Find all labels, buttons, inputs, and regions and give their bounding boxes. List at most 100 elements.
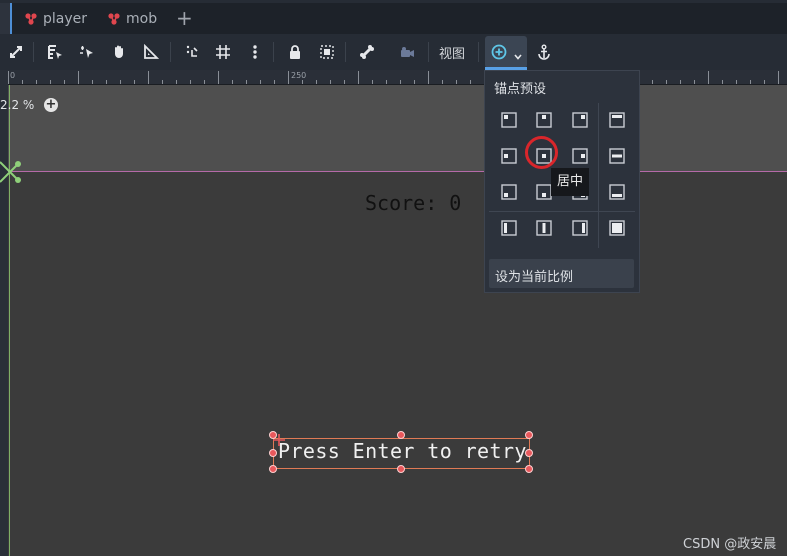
editor-toolbar	[0, 34, 787, 70]
anchor-preset-bottom-wide-icon[interactable]	[608, 183, 626, 201]
snap-icon[interactable]	[179, 40, 205, 64]
ruler-tick	[344, 80, 345, 84]
anchor-preset-center-top-icon[interactable]	[535, 111, 553, 129]
tab-bar-top-border	[0, 0, 787, 3]
zoom-in-button[interactable]: +	[44, 98, 58, 112]
ruler-tick	[764, 80, 765, 84]
anchor-layout-icon	[491, 44, 507, 64]
resize-handle-bottom[interactable]	[397, 465, 405, 473]
ruler-tick	[50, 80, 51, 84]
ruler-tick	[666, 80, 667, 84]
ruler-tick	[386, 80, 387, 84]
anchor-preset-top-right-icon[interactable]	[571, 111, 589, 129]
ruler-tick	[330, 80, 331, 84]
anchor-preset-center-left-icon[interactable]	[500, 147, 518, 165]
anchor-preset-top-wide-icon[interactable]	[608, 111, 626, 129]
ruler-tick	[260, 80, 261, 84]
toolbar-divider	[33, 42, 34, 62]
tab-label: player	[43, 11, 88, 27]
ruler-tick	[232, 80, 233, 84]
ruler-tick	[78, 71, 79, 84]
anchor-preset-full-rect-icon[interactable]	[608, 219, 626, 237]
ruler-tick	[694, 80, 695, 84]
ruler-tick	[36, 80, 37, 84]
origin-marker-icon	[0, 160, 22, 190]
ruler-tick	[400, 80, 401, 84]
toolbar-divider	[170, 42, 171, 62]
ruler-tick	[92, 80, 93, 84]
origin-guide-vertical	[9, 85, 10, 556]
ruler-tick	[148, 71, 149, 84]
set-current-ratio-button[interactable]: 设为当前比例	[489, 259, 634, 288]
resize-handle-bottom-right[interactable]	[525, 465, 533, 473]
popup-title: 锚点预设	[494, 82, 547, 97]
lock-icon[interactable]	[282, 40, 308, 64]
ruler-tick	[442, 80, 443, 84]
ruler-tick	[218, 71, 219, 84]
ruler-tick	[106, 80, 107, 84]
toolbar-divider	[428, 42, 429, 62]
ruler-tick	[274, 80, 275, 84]
tab-label: mob	[126, 11, 158, 27]
pan-hand-icon[interactable]	[106, 40, 132, 64]
grid-icon[interactable]	[210, 40, 236, 64]
popup-divider	[598, 103, 599, 248]
ruler-tick	[456, 80, 457, 84]
ruler-tick	[302, 80, 303, 84]
add-tab-button[interactable]: +	[176, 6, 193, 30]
ruler-icon[interactable]	[138, 40, 164, 64]
ruler-label: 0	[10, 71, 16, 80]
game-canvas[interactable]	[8, 171, 787, 556]
expand-icon[interactable]	[3, 40, 29, 64]
active-tab-edge[interactable]	[0, 3, 12, 34]
tooltip: 居中	[551, 168, 589, 196]
tab-mob[interactable]: mob	[107, 8, 157, 30]
ruler-tick	[176, 80, 177, 84]
anchor-preset-center-right-icon[interactable]	[571, 147, 589, 165]
more-vertical-icon[interactable]	[242, 40, 268, 64]
zoom-level: 2.2 %	[0, 98, 35, 112]
anchor-layout-button[interactable]	[485, 36, 527, 68]
ruler-tick	[750, 80, 751, 84]
ruler-tick	[316, 80, 317, 84]
vertical-ruler[interactable]	[0, 84, 8, 556]
ruler-tick	[246, 80, 247, 84]
anchor-icon[interactable]	[531, 40, 557, 64]
ruler-tick	[8, 71, 9, 84]
ruler-tick	[288, 71, 289, 84]
horizontal-ruler[interactable]: 0 250	[0, 70, 787, 85]
score-label[interactable]: Score: 0	[365, 191, 461, 215]
popup-divider	[489, 211, 635, 212]
resize-handle-top-right[interactable]	[525, 431, 533, 439]
ruler-tick	[414, 80, 415, 84]
resize-handle-top-left[interactable]	[269, 431, 277, 439]
ruler-tick	[162, 80, 163, 84]
ruler-tick	[120, 80, 121, 84]
anchor-preset-bottom-left-icon[interactable]	[500, 183, 518, 201]
retry-label[interactable]: Press Enter to retry	[278, 439, 527, 463]
tab-player[interactable]: player	[24, 8, 87, 30]
scene-node-icon	[107, 12, 121, 26]
resize-handle-bottom-left[interactable]	[269, 465, 277, 473]
ruler-tick	[652, 80, 653, 84]
origin-guide-horizontal	[8, 171, 787, 172]
anchor-preset-right-wide-icon[interactable]	[571, 219, 589, 237]
anchor-preset-v-center-wide-icon[interactable]	[535, 219, 553, 237]
toolbar-divider	[273, 42, 274, 62]
select-cursor-icon[interactable]	[74, 40, 100, 64]
camera-icon[interactable]	[394, 40, 420, 64]
highlight-circle	[525, 136, 558, 169]
resize-handle-right[interactable]	[525, 449, 533, 457]
resize-handle-top[interactable]	[397, 431, 405, 439]
anchor-preset-h-center-wide-icon[interactable]	[608, 147, 626, 165]
bone-icon[interactable]	[354, 40, 380, 64]
group-icon[interactable]	[314, 40, 340, 64]
anchor-preset-left-wide-icon[interactable]	[500, 219, 518, 237]
ruler-tick	[190, 80, 191, 84]
resize-handle-left[interactable]	[269, 449, 277, 457]
ruler-tick	[736, 80, 737, 84]
scene-node-icon	[24, 12, 38, 26]
view-menu-button[interactable]: 视图	[439, 43, 465, 62]
select-list-icon[interactable]	[42, 40, 68, 64]
anchor-preset-top-left-icon[interactable]	[500, 111, 518, 129]
